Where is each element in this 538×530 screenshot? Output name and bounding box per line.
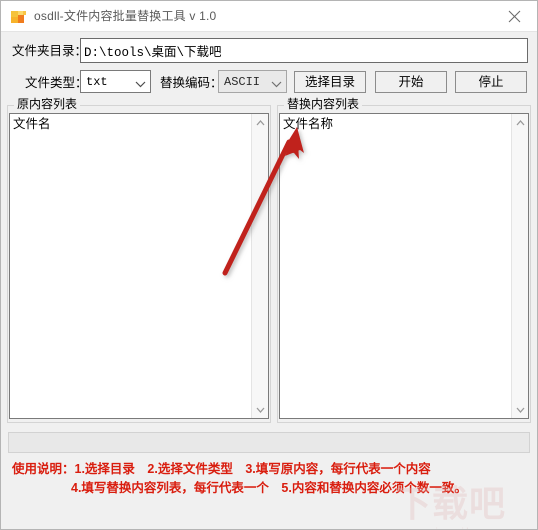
client-area: 文件夹目录： 文件类型： txt 替换编码： ASCII 选择目录 开始 停止 <box>1 32 537 529</box>
original-content-listbox[interactable]: 文件名 <box>9 113 269 419</box>
status-panel <box>8 432 530 453</box>
folder-path-label: 文件夹目录： <box>12 44 88 58</box>
window-title: osdll-文件内容批量替换工具 v 1.0 <box>34 9 217 23</box>
folder-path-input[interactable] <box>80 38 528 63</box>
list-item[interactable]: 文件名 <box>13 116 51 132</box>
chevron-down-icon <box>135 78 146 88</box>
scroll-up-icon[interactable] <box>512 114 528 131</box>
file-type-value: txt <box>86 75 108 89</box>
scroll-up-icon[interactable] <box>252 114 268 131</box>
title-bar: osdll-文件内容批量替换工具 v 1.0 <box>1 1 537 32</box>
list-item[interactable]: 文件名称 <box>283 116 333 132</box>
close-icon[interactable] <box>492 1 537 32</box>
start-button[interactable]: 开始 <box>375 71 447 93</box>
file-type-label: 文件类型： <box>25 76 88 90</box>
instructions-line-2: 4.填写替换内容列表，每行代表一个 5.内容和替换内容必须个数一致。 <box>71 481 467 495</box>
encoding-value: ASCII <box>224 75 261 89</box>
instructions-line-1: 使用说明：1.选择目录 2.选择文件类型 3.填写原内容，每行代表一个内容 <box>12 462 431 476</box>
file-type-select[interactable]: txt <box>80 70 151 93</box>
replace-content-group-title: 替换内容列表 <box>284 97 363 111</box>
scroll-down-icon[interactable] <box>252 401 268 418</box>
scroll-down-icon[interactable] <box>512 401 528 418</box>
app-folder-icon <box>11 9 27 25</box>
replace-content-listbox[interactable]: 文件名称 <box>279 113 529 419</box>
encoding-label: 替换编码： <box>160 76 223 90</box>
original-content-group-title: 原内容列表 <box>14 97 81 111</box>
select-directory-button[interactable]: 选择目录 <box>294 71 366 93</box>
original-list-scrollbar[interactable] <box>251 114 268 418</box>
chevron-down-icon <box>271 78 282 88</box>
application-window: osdll-文件内容批量替换工具 v 1.0 文件夹目录： 文件类型： txt … <box>0 0 538 530</box>
replace-list-scrollbar[interactable] <box>511 114 528 418</box>
stop-button[interactable]: 停止 <box>455 71 527 93</box>
encoding-select[interactable]: ASCII <box>218 70 287 93</box>
